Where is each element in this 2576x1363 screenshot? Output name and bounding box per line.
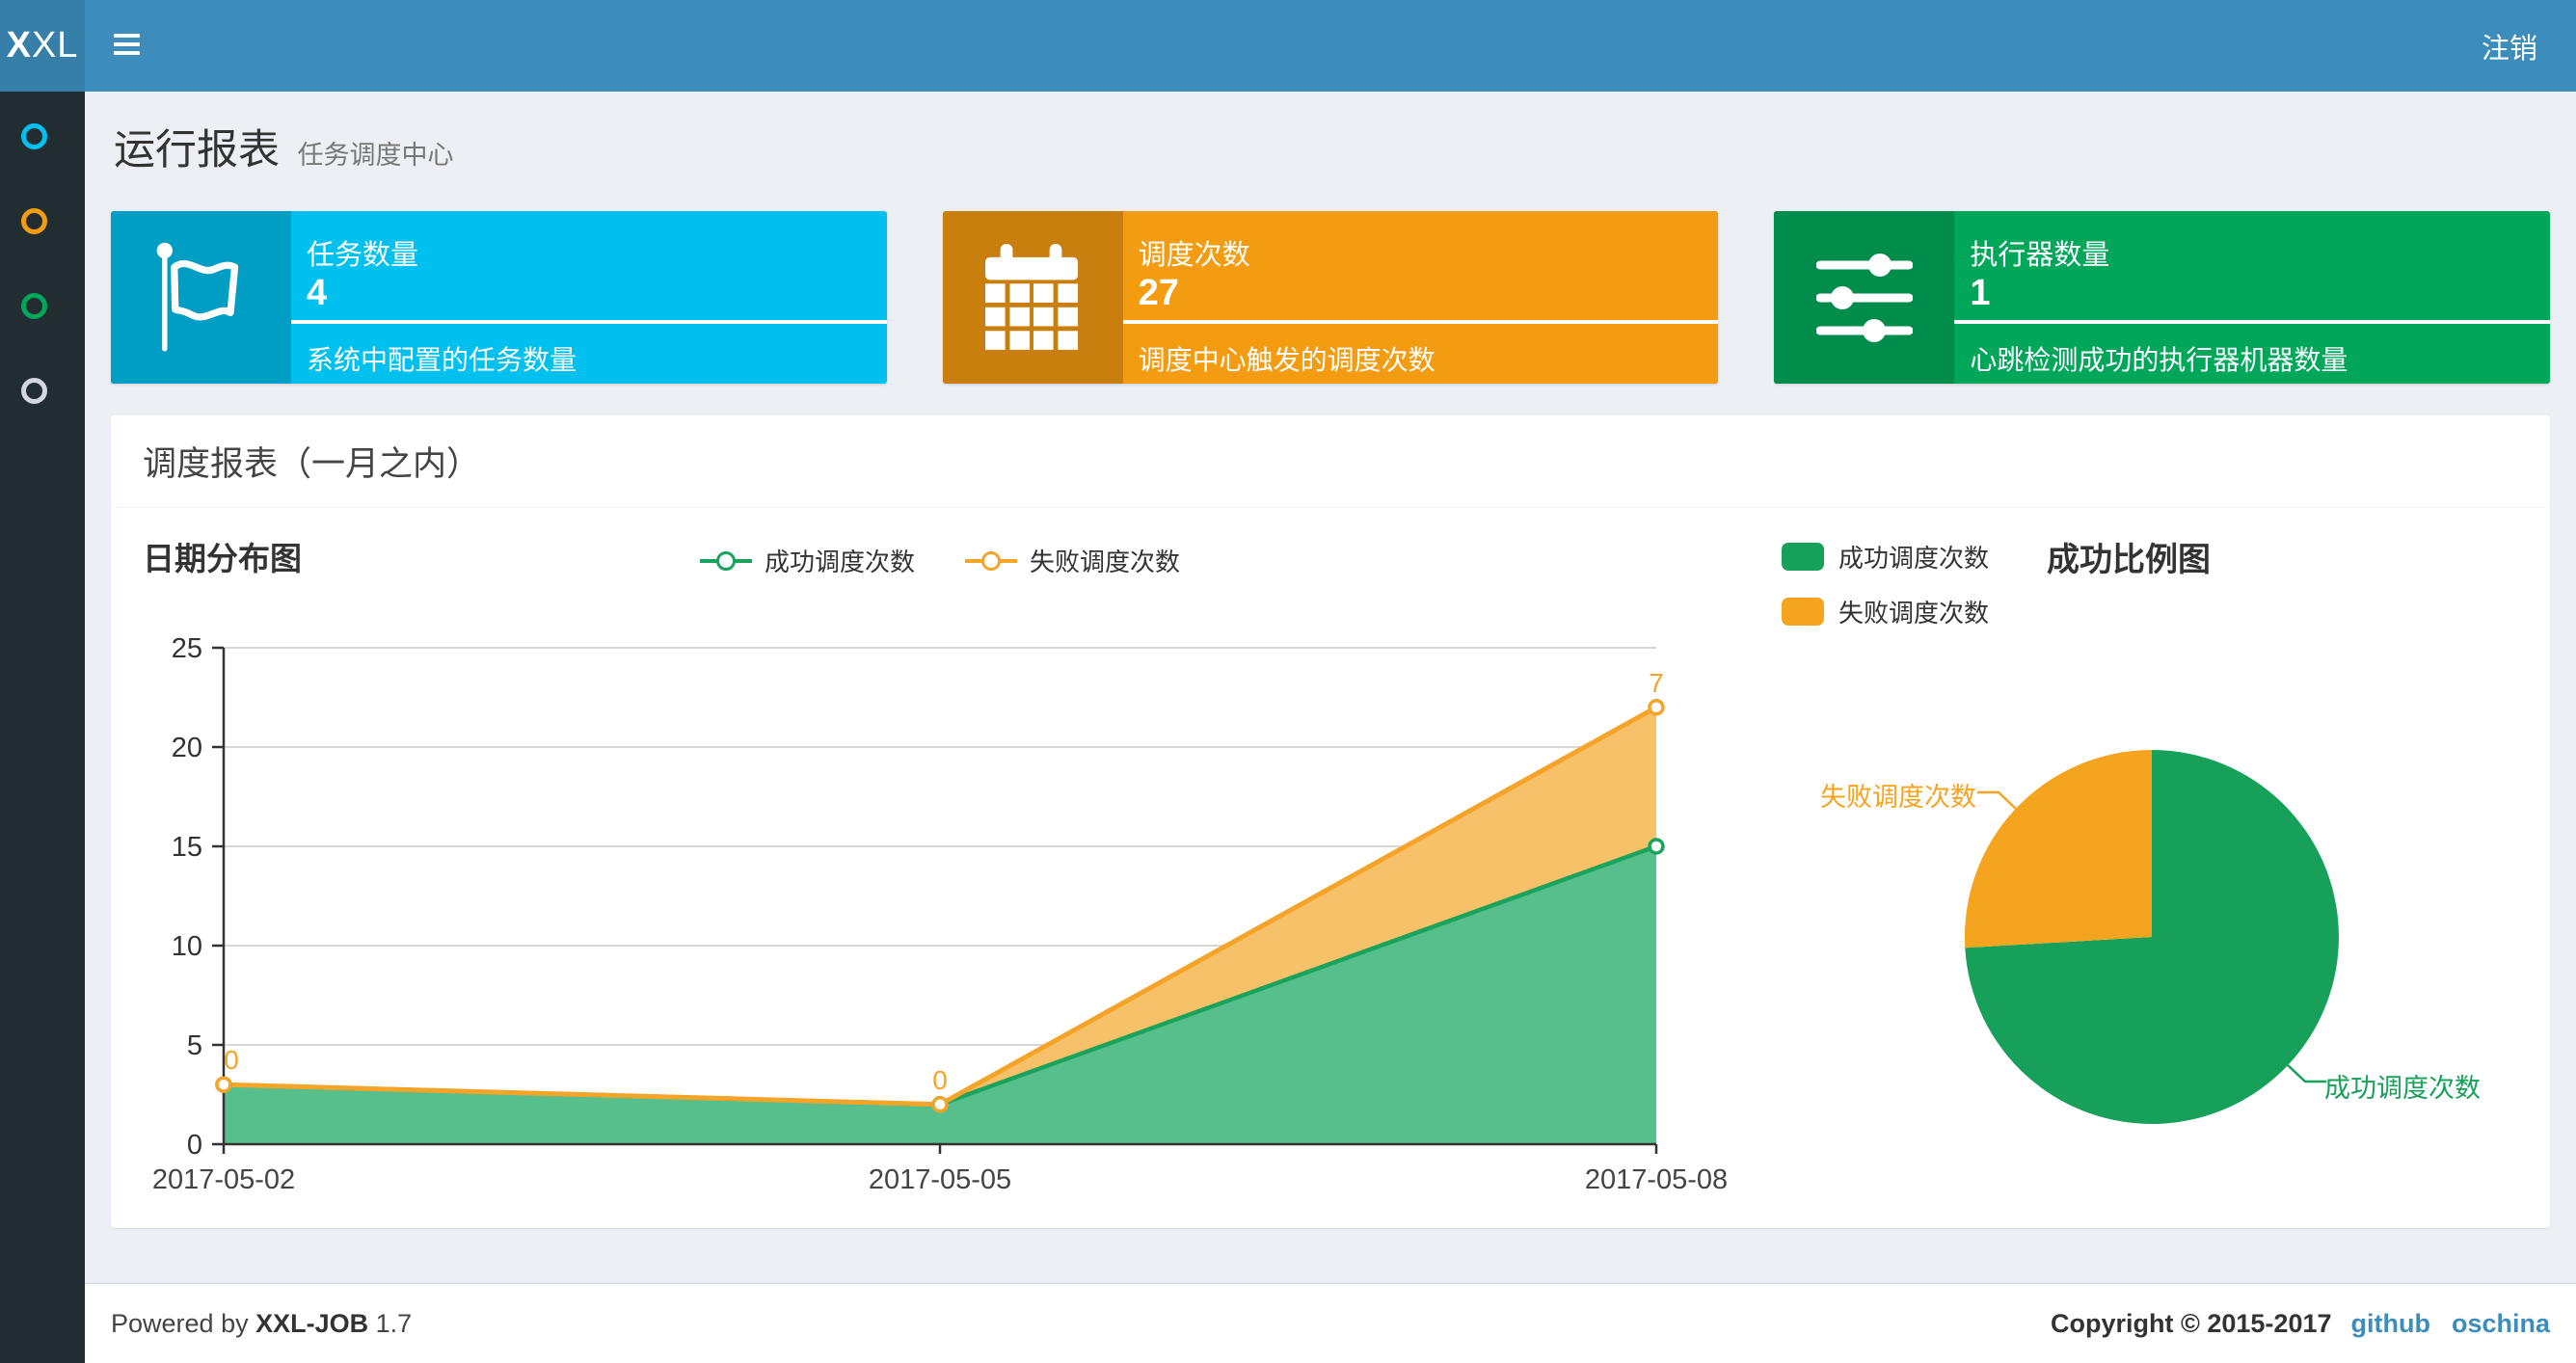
success-ratio-pie-chart bbox=[1964, 750, 2339, 1124]
stat-card-title: 调度次数 bbox=[1138, 240, 1250, 271]
sliders-icon bbox=[1774, 211, 1955, 384]
stat-card-desc: 调度中心触发的调度次数 bbox=[1138, 345, 1436, 375]
svg-text:0: 0 bbox=[932, 1065, 948, 1095]
svg-text:0: 0 bbox=[224, 1045, 239, 1075]
svg-text:2017-05-05: 2017-05-05 bbox=[869, 1164, 1011, 1195]
page-subtitle: 任务调度中心 bbox=[297, 141, 454, 170]
logout-button[interactable]: 注销 bbox=[2482, 0, 2537, 92]
stat-card-value: 1 bbox=[1970, 273, 1991, 313]
pie-callout-label-fail: 失败调度次数 bbox=[1820, 783, 1976, 812]
app-logo-bold: X bbox=[6, 25, 32, 66]
date-distribution-chart: 05101520252017-05-02 2017-05-05 2017-05-08… bbox=[152, 633, 1728, 1195]
github-link[interactable]: github bbox=[2351, 1309, 2430, 1339]
stat-card-title: 执行器数量 bbox=[1970, 240, 2110, 271]
panel-title: 调度报表（一月之内） bbox=[111, 415, 2550, 508]
app-logo[interactable]: X XL bbox=[0, 0, 85, 92]
pie-callout-label-success: 成功调度次数 bbox=[2324, 1074, 2481, 1103]
top-navbar: X XL 注销 bbox=[0, 0, 2576, 92]
stat-card-jobs: 任务数量 4 系统中配置的任务数量 bbox=[111, 211, 887, 384]
stat-card-value: 4 bbox=[307, 273, 328, 313]
divider bbox=[291, 320, 887, 324]
flag-icon bbox=[111, 211, 291, 384]
divider bbox=[1954, 320, 2551, 324]
divider bbox=[1122, 320, 1719, 324]
report-panel: 调度报表（一月之内） 日期分布图 成功调度次数 失败调度次数 0 5 10 15 20 2… bbox=[111, 415, 2550, 1228]
app-logo-rest: XL bbox=[31, 25, 79, 66]
svg-text:25: 25 bbox=[172, 633, 202, 664]
stat-card-executors: 执行器数量 1 心跳检测成功的执行器机器数量 bbox=[1774, 211, 2551, 384]
oschina-link[interactable]: oschina bbox=[2452, 1309, 2550, 1339]
navbar: 注销 bbox=[85, 0, 2576, 92]
stat-cards-row: 任务数量 4 系统中配置的任务数量 调度次数 27 调度中心触发的调度次数 执行… bbox=[85, 211, 2576, 384]
sidebar-item-log-icon[interactable] bbox=[21, 293, 47, 319]
stat-card-triggers: 调度次数 27 调度中心触发的调度次数 bbox=[942, 211, 1719, 384]
sidebar-item-report-icon[interactable] bbox=[21, 123, 47, 149]
page-title: 运行报表 bbox=[114, 127, 280, 174]
svg-text:20: 20 bbox=[172, 733, 202, 763]
stat-card-desc: 系统中配置的任务数量 bbox=[307, 345, 577, 375]
sidebar-item-jobs-icon[interactable] bbox=[21, 208, 47, 234]
product-name: XXL-JOB bbox=[255, 1308, 369, 1338]
sidebar-item-executor-icon[interactable] bbox=[21, 378, 47, 404]
sidebar bbox=[0, 92, 85, 1363]
svg-text:2017-05-08: 2017-05-08 bbox=[1585, 1164, 1728, 1195]
svg-text:2017-05-02: 2017-05-02 bbox=[152, 1164, 295, 1195]
svg-text:5: 5 bbox=[187, 1030, 202, 1061]
stat-card-desc: 心跳检测成功的执行器机器数量 bbox=[1970, 345, 2348, 375]
svg-text:15: 15 bbox=[172, 832, 202, 863]
svg-text:7: 7 bbox=[1649, 668, 1664, 698]
copyright: Copyright © 2015-2017 github oschina bbox=[2051, 1309, 2550, 1339]
page-header: 运行报表 任务调度中心 bbox=[85, 92, 2576, 176]
copyright-text: Copyright © 2015-2017 bbox=[2050, 1308, 2332, 1338]
stat-card-value: 27 bbox=[1138, 273, 1179, 313]
svg-text:10: 10 bbox=[172, 931, 202, 962]
powered-by: Powered by XXL-JOB 1.7 bbox=[111, 1308, 413, 1338]
panel-body: 日期分布图 成功调度次数 失败调度次数 0 5 10 15 20 25 2017-05-02… bbox=[111, 508, 2550, 1228]
svg-text:0: 0 bbox=[187, 1130, 202, 1161]
product-version: 1.7 bbox=[375, 1308, 413, 1338]
sidebar-toggle-icon[interactable] bbox=[114, 34, 140, 57]
content-wrapper: 运行报表 任务调度中心 任务数量 4 系统中配置的任务数量 调度次数 27 调度… bbox=[85, 92, 2576, 1228]
stat-card-title: 任务数量 bbox=[307, 240, 419, 271]
footer: Powered by XXL-JOB 1.7 Copyright © 2015-… bbox=[85, 1283, 2576, 1363]
calendar-icon bbox=[942, 211, 1123, 384]
